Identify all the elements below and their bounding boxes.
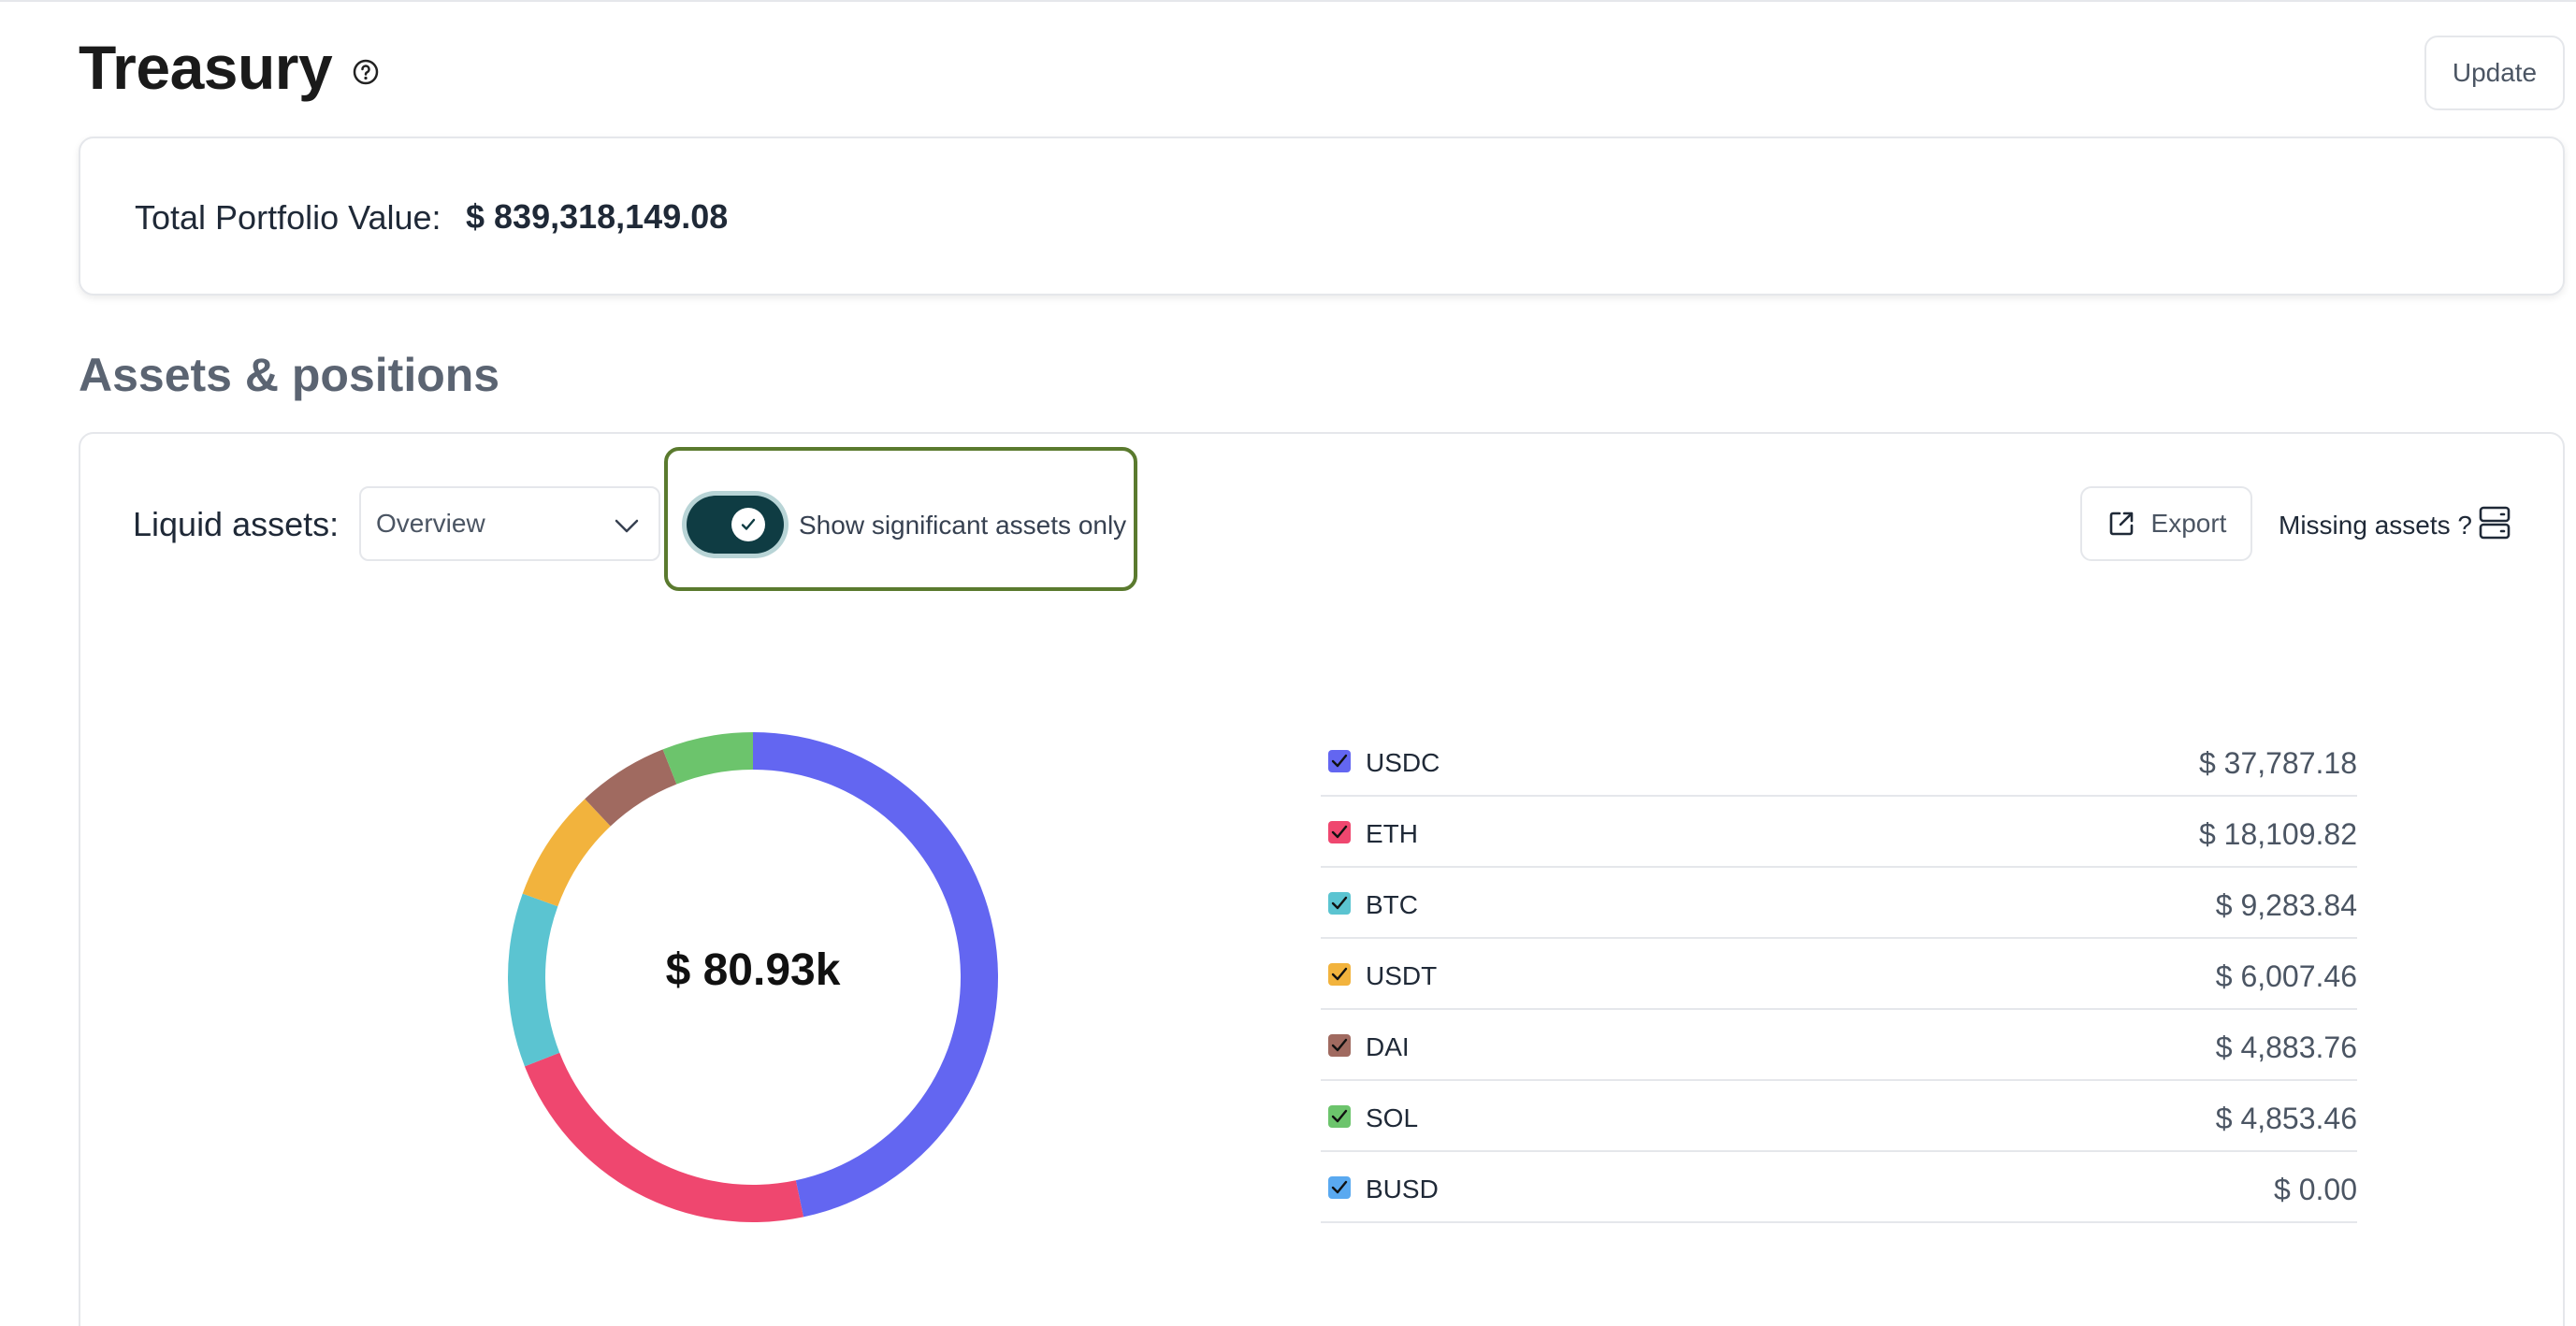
legend-row: DAI $ 4,883.76	[1321, 1010, 2357, 1081]
check-icon	[1331, 1038, 1348, 1052]
check-icon	[1331, 967, 1348, 981]
legend-checkbox[interactable]	[1328, 821, 1351, 843]
legend-asset-amount: $ 18,109.82	[2198, 817, 2357, 851]
legend-asset-amount: $ 0.00	[2274, 1173, 2357, 1206]
donut-slice-usdt[interactable]	[522, 799, 611, 907]
legend-row: SOL $ 4,853.46	[1321, 1081, 2357, 1152]
legend-checkbox[interactable]	[1328, 1105, 1351, 1128]
legend-asset-name: BUSD	[1366, 1175, 1439, 1203]
significant-assets-toggle[interactable]	[687, 496, 784, 554]
server-icon[interactable]	[2479, 506, 2511, 540]
legend-row: ETH $ 18,109.82	[1321, 797, 2357, 868]
section-title: Assets & positions	[79, 349, 500, 401]
check-icon	[1331, 1180, 1348, 1194]
export-button[interactable]: Export	[2080, 486, 2252, 561]
legend-asset-name: ETH	[1366, 819, 1418, 848]
legend-asset-amount: $ 6,007.46	[2215, 959, 2357, 993]
portfolio-summary-card: Total Portfolio Value: $ 839,318,149.08	[79, 137, 2565, 295]
view-select[interactable]: Overview	[359, 486, 660, 561]
legend-row: USDT $ 6,007.46	[1321, 939, 2357, 1010]
page-title: Treasury	[79, 33, 333, 102]
legend-row: BUSD $ 0.00	[1321, 1152, 2357, 1223]
portfolio-value-label: Total Portfolio Value:	[135, 198, 441, 237]
check-icon	[1331, 896, 1348, 910]
significant-assets-label[interactable]: Show significant assets only	[799, 511, 1126, 540]
check-icon	[1331, 825, 1348, 839]
top-divider	[0, 0, 2576, 4]
view-select-value: Overview	[376, 509, 485, 538]
missing-assets-link[interactable]: Missing assets ?	[2279, 511, 2472, 540]
update-button[interactable]: Update	[2424, 36, 2565, 110]
legend-asset-name: USDT	[1366, 961, 1438, 990]
check-icon	[741, 518, 756, 530]
check-icon	[1331, 1109, 1348, 1123]
donut-total-value: $ 80.93k	[665, 945, 841, 995]
legend-checkbox[interactable]	[1328, 1034, 1351, 1057]
legend-asset-amount: $ 9,283.84	[2215, 888, 2357, 922]
legend-asset-name: USDC	[1366, 748, 1440, 777]
toggle-knob	[731, 508, 765, 541]
liquid-assets-label: Liquid assets:	[133, 505, 340, 543]
legend-checkbox[interactable]	[1328, 1176, 1351, 1199]
legend-row: USDC $ 37,787.18	[1321, 726, 2357, 797]
donut-slice-sol[interactable]	[662, 732, 753, 785]
chevron-down-icon	[615, 519, 639, 533]
help-circle-icon[interactable]	[352, 58, 380, 86]
legend-asset-amount: $ 37,787.18	[2198, 746, 2357, 780]
external-link-icon	[2109, 512, 2133, 536]
legend-checkbox[interactable]	[1328, 750, 1351, 772]
legend-row: BTC $ 9,283.84	[1321, 868, 2357, 939]
legend-asset-name: DAI	[1366, 1032, 1410, 1061]
check-icon	[1331, 754, 1348, 768]
legend-asset-name: SOL	[1366, 1103, 1419, 1132]
export-label: Export	[2150, 509, 2227, 538]
legend-asset-amount: $ 4,883.76	[2215, 1031, 2357, 1064]
legend-checkbox[interactable]	[1328, 963, 1351, 986]
asset-legend: USDC $ 37,787.18 ETH $ 18,109.82 BTC $ 9,283.…	[1321, 726, 2357, 1223]
portfolio-value-amount: $ 839,318,149.08	[466, 197, 729, 236]
legend-checkbox[interactable]	[1328, 892, 1351, 915]
legend-asset-amount: $ 4,853.46	[2215, 1102, 2357, 1135]
donut-slice-eth[interactable]	[524, 1052, 804, 1222]
legend-asset-name: BTC	[1366, 890, 1418, 919]
